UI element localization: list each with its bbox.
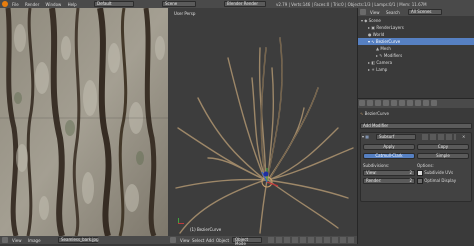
outliner-row-lamp[interactable]: ▸ ☀ Lamp <box>358 66 474 73</box>
object-name: BezierCurve <box>364 111 389 116</box>
screen-layout-dropdown[interactable]: Default <box>94 1 134 7</box>
render-engine-dropdown[interactable]: Blender Render <box>224 1 266 7</box>
viewport-header: View Select Add Object Object Mode <box>168 236 357 246</box>
viewport-editor-type-icon[interactable] <box>170 237 176 243</box>
outliner: View Search All Scenes ▾ ◆ Scene ▸ ▣ Ren… <box>357 8 474 98</box>
blender-logo-icon[interactable] <box>2 1 8 7</box>
curve-object-render <box>175 37 354 234</box>
info-header: File Render Window Help Default Scene Bl… <box>0 0 474 8</box>
wrench-icon: ▸ ✎ <box>376 53 384 58</box>
close-icon[interactable]: ✕ <box>462 134 465 139</box>
outliner-editor-type-icon[interactable] <box>360 9 366 15</box>
optimal-display-checkbox[interactable]: Optimal Display <box>417 178 469 184</box>
checkbox-unchecked-icon <box>417 178 423 184</box>
outliner-menu-view[interactable]: View <box>370 10 380 15</box>
viewport-menu-object[interactable]: Object <box>216 238 229 243</box>
viewport-menu-add[interactable]: Add <box>206 238 214 243</box>
checkbox-checked-icon <box>417 170 423 176</box>
add-modifier-dropdown[interactable]: Add Modifier <box>360 123 472 129</box>
options-label: Options: <box>417 163 434 168</box>
active-object-label: (1) BezierCurve <box>190 227 222 232</box>
constraints-tab-icon[interactable] <box>399 100 405 106</box>
outliner-row-camera[interactable]: ▸ ◧ Camera <box>358 59 474 66</box>
main-menu: File Render Window Help <box>12 2 82 7</box>
render-levels-field[interactable]: Render: 2 <box>363 178 415 184</box>
image-editor-header: View Image Seamless_bark.jpg <box>0 236 168 244</box>
outliner-display-mode-dropdown[interactable]: All Scenes <box>408 9 442 15</box>
scene-tab-icon[interactable] <box>375 100 381 106</box>
simple-button[interactable]: Simple <box>417 153 469 159</box>
scene-stats: v2.79 | Verts:146 | Faces:0 | Tris:0 | O… <box>276 2 427 7</box>
interaction-mode-dropdown[interactable]: Object Mode <box>232 237 262 246</box>
object-tab-icon[interactable] <box>391 100 397 106</box>
object-name-row: ∿ BezierCurve <box>360 111 472 117</box>
catmull-clark-button[interactable]: Catmull-Clark <box>363 153 415 159</box>
modifier-visibility-icons[interactable] <box>422 134 456 140</box>
image-menu-image[interactable]: Image <box>28 238 41 243</box>
scene-dropdown[interactable]: Scene <box>162 1 196 7</box>
menu-render[interactable]: Render <box>25 2 39 7</box>
outliner-row-renderlayers[interactable]: ▸ ▣ RenderLayers <box>358 24 474 31</box>
subdivisions-label: Subdivisions: <box>363 163 390 168</box>
outliner-row-world[interactable]: ● World <box>358 31 474 38</box>
modifier-panel: ▾ ▦ Subsurf ✕ Apply Copy Catmull-Clark S… <box>360 132 472 202</box>
menu-help[interactable]: Help <box>68 2 77 7</box>
subsurf-icon: ▦ <box>365 134 370 139</box>
outliner-row-beziercurve[interactable]: ▾ ∿ BezierCurve <box>358 38 474 45</box>
subdivide-uvs-checkbox[interactable]: Subdivide UVs <box>417 170 469 176</box>
outliner-header: View Search All Scenes <box>358 8 474 16</box>
properties-editor: ∿ BezierCurve Add Modifier ▾ ▦ Subsurf ✕… <box>357 98 474 244</box>
viewport-menu-select[interactable]: Select <box>192 238 204 243</box>
material-tab-icon[interactable] <box>423 100 429 106</box>
data-tab-icon[interactable] <box>415 100 421 106</box>
viewport-menu-view[interactable]: View <box>180 238 190 243</box>
outliner-row-modifiers[interactable]: ▸ ✎ Modifiers <box>358 52 474 59</box>
menu-window[interactable]: Window <box>46 2 62 7</box>
3d-viewport[interactable]: User Persp (1) BezierCurve <box>168 8 357 236</box>
lamp-icon: ▸ ☀ <box>368 67 377 72</box>
texture-tab-icon[interactable] <box>431 100 437 106</box>
image-menu-view[interactable]: View <box>12 238 22 243</box>
image-editor[interactable] <box>0 8 168 236</box>
curve-object-icon: ▾ ∿ <box>368 39 376 44</box>
outliner-tree: ▾ ◆ Scene ▸ ▣ RenderLayers ● World ▾ ∿ B… <box>358 17 474 97</box>
view-levels-field[interactable]: View: 2 <box>363 170 415 176</box>
properties-tabs <box>358 99 474 108</box>
viewport-label: User Persp <box>174 11 196 16</box>
copy-button[interactable]: Copy <box>417 144 469 150</box>
image-name-field[interactable]: Seamless_bark.jpg <box>58 237 99 243</box>
apply-button[interactable]: Apply <box>363 144 415 150</box>
outliner-menu-search[interactable]: Search <box>386 10 400 15</box>
viewport-tool-icons[interactable] <box>268 237 354 243</box>
scene-icon: ▾ ◆ <box>361 18 369 23</box>
modifiers-tab-icon[interactable] <box>407 100 413 106</box>
world-tab-icon[interactable] <box>383 100 389 106</box>
menu-file[interactable]: File <box>12 2 19 7</box>
modifier-header: ▾ ▦ Subsurf ✕ <box>362 134 470 141</box>
axis-gizmo <box>174 218 184 228</box>
render-layers-tab-icon[interactable] <box>367 100 373 106</box>
modifier-name-field[interactable]: Subsurf <box>376 134 416 140</box>
outliner-row-mesh[interactable]: ▲ Mesh <box>358 45 474 52</box>
bark-texture-image <box>0 8 168 236</box>
editor-type-icon[interactable] <box>2 237 8 243</box>
outliner-row-scene[interactable]: ▾ ◆ Scene <box>358 17 474 24</box>
render-tab-icon[interactable] <box>359 100 365 106</box>
